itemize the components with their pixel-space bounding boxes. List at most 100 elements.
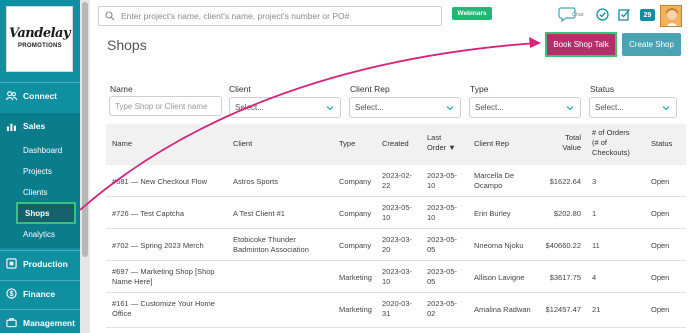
chevron-down-icon bbox=[446, 106, 454, 111]
factory-icon bbox=[6, 258, 17, 269]
user-avatar[interactable] bbox=[660, 5, 682, 27]
cell-status: Open bbox=[651, 241, 670, 250]
check-circle-icon[interactable] bbox=[596, 8, 609, 21]
cell-type: Marketing bbox=[339, 305, 372, 314]
column-header-total-value[interactable]: Total Value bbox=[555, 133, 581, 153]
cell-name[interactable]: #681 — New Checkout Flow bbox=[112, 177, 207, 187]
cell-status: Open bbox=[651, 177, 670, 186]
sidebar-section-finance[interactable]: $ Finance bbox=[0, 280, 80, 306]
sidebar-section-label: Connect bbox=[23, 90, 57, 101]
sidebar-item-projects[interactable]: Projects bbox=[16, 162, 76, 180]
sidebar-item-analytics[interactable]: Analytics bbox=[16, 225, 76, 243]
client-filter-select[interactable]: Select... bbox=[229, 97, 341, 118]
cell-created-line2: 20 bbox=[382, 245, 391, 254]
cell-name[interactable]: #726 — Test Captcha bbox=[112, 209, 184, 219]
cell-name[interactable]: #702 — Spring 2023 Merch bbox=[112, 241, 204, 251]
sidebar-section-connect[interactable]: Connect bbox=[0, 82, 80, 108]
sidebar-section-label: Management bbox=[23, 317, 75, 328]
client-rep-filter-value: Select... bbox=[355, 103, 384, 112]
cell-client-rep: Marcella De Ocampo bbox=[474, 171, 514, 191]
status-filter-select[interactable]: Select... bbox=[589, 97, 677, 118]
sidebar-section-production[interactable]: Production bbox=[0, 250, 80, 276]
sidebar-section-sales[interactable]: Sales bbox=[0, 113, 80, 139]
cell-last-order-line2: 10 bbox=[427, 213, 436, 222]
column-header-created[interactable]: Created bbox=[382, 139, 409, 149]
column-header-total-line2: Value bbox=[562, 143, 581, 152]
table-row[interactable]: #697 — Marketing Shop [Shop Name Here] Ma… bbox=[106, 262, 686, 293]
cell-name[interactable]: #697 — Marketing Shop [Shop Name Here] bbox=[112, 267, 215, 287]
cell-last-order: 2023-05- 02 bbox=[427, 299, 457, 319]
table-row[interactable]: #702 — Spring 2023 Merch Etobicoke Thund… bbox=[106, 230, 686, 261]
cell-created: 2023-03- 20 bbox=[382, 235, 412, 255]
webinars-button[interactable]: Webinars bbox=[452, 7, 492, 20]
cell-client-rep: Allison Lavigne bbox=[474, 273, 525, 282]
search-input[interactable] bbox=[121, 11, 441, 21]
chevron-down-icon bbox=[326, 106, 334, 111]
cell-last-order-line1: 2023-05- bbox=[427, 203, 458, 212]
cell-client: A Test Client #1 bbox=[233, 209, 285, 218]
type-filter-select[interactable]: Select... bbox=[469, 97, 581, 118]
column-header-last-order-line1: Last bbox=[427, 133, 442, 142]
cell-total-value: $202.80 bbox=[553, 209, 581, 218]
table-row[interactable]: #726 — Test Captcha A Test Client #1 Com… bbox=[106, 198, 686, 229]
cell-orders: 4 bbox=[592, 273, 597, 282]
sidebar-item-dashboard[interactable]: Dashboard bbox=[16, 141, 76, 159]
column-header-last-order[interactable]: Last Order ▼ bbox=[427, 133, 456, 153]
shop-name-filter-input[interactable] bbox=[109, 96, 222, 116]
column-header-type[interactable]: Type bbox=[339, 139, 355, 149]
global-search[interactable] bbox=[98, 6, 442, 26]
sidebar-section-label: Production bbox=[23, 258, 68, 269]
type-filter-value: Select... bbox=[475, 103, 504, 112]
column-header-client[interactable]: Client bbox=[233, 139, 252, 149]
chevron-down-icon bbox=[566, 106, 574, 111]
company-logo[interactable]: Vandelay PROMOTIONS bbox=[6, 6, 73, 72]
cell-last-order-line2: 05 bbox=[427, 245, 436, 254]
table-row[interactable]: #681 — New Checkout Flow Astros Sports C… bbox=[106, 166, 686, 197]
status-filter-value: Select... bbox=[595, 103, 624, 112]
cell-last-order-line1: 2023-05- bbox=[427, 267, 458, 276]
cell-name-line2: Office bbox=[112, 309, 132, 318]
filter-status-label: Status bbox=[590, 84, 615, 94]
cell-name-line1: #697 — Marketing Shop [Shop bbox=[112, 267, 215, 276]
cell-orders: 1 bbox=[592, 209, 597, 218]
sidebar-scrollbar-thumb[interactable] bbox=[82, 2, 88, 257]
sidebar-section-label: Finance bbox=[23, 288, 56, 299]
column-header-client-rep[interactable]: Client Rep bbox=[474, 139, 509, 149]
cell-client-rep-line2: Ocampo bbox=[474, 181, 503, 190]
table-row[interactable]: #161 — Customize Your Home Office Marketi… bbox=[106, 294, 686, 328]
cell-created: 2020-03- 31 bbox=[382, 299, 412, 319]
cell-status: Open bbox=[651, 305, 670, 314]
column-header-orders[interactable]: # of Orders (# of Checkouts) bbox=[592, 128, 630, 158]
notification-count-badge[interactable]: 29 bbox=[640, 9, 655, 21]
cell-created: 2023-02- 22 bbox=[382, 171, 412, 191]
sidebar-section-management[interactable]: Management bbox=[0, 309, 80, 333]
cell-name[interactable]: #161 — Customize Your Home Office bbox=[112, 299, 215, 319]
cell-created-line1: 2023-05- bbox=[382, 203, 413, 212]
sidebar-item-shops[interactable]: Shops bbox=[16, 202, 76, 224]
column-header-status[interactable]: Status bbox=[651, 139, 672, 149]
cell-last-order-line2: 02 bbox=[427, 309, 436, 318]
filter-client-label: Client bbox=[229, 84, 251, 94]
sidebar-section-label: Sales bbox=[23, 121, 46, 131]
page-title: Shops bbox=[107, 37, 147, 53]
tasks-icon[interactable] bbox=[618, 8, 631, 21]
svg-text:$: $ bbox=[10, 291, 14, 298]
sidebar-item-clients[interactable]: Clients bbox=[16, 183, 76, 201]
cell-status: Open bbox=[651, 209, 670, 218]
cell-name-line2: Name Here] bbox=[112, 277, 153, 286]
column-header-name[interactable]: Name bbox=[112, 139, 132, 149]
sidebar: Vandelay PROMOTIONS Connect Sales Dashbo… bbox=[0, 0, 80, 333]
cell-client-rep: Nneoma Njoku bbox=[474, 241, 524, 250]
cell-last-order-line2: 05 bbox=[427, 277, 436, 286]
book-shop-talk-button[interactable]: Book Shop Talk bbox=[545, 32, 617, 57]
create-shop-button[interactable]: Create Shop bbox=[622, 33, 681, 56]
filter-type-label: Type bbox=[470, 84, 489, 94]
cell-type: Company bbox=[339, 177, 372, 186]
cell-last-order-line1: 2023-05- bbox=[427, 235, 458, 244]
search-icon bbox=[105, 11, 115, 21]
cell-created-line2: 22 bbox=[382, 181, 391, 190]
cell-created: 2023-03- 10 bbox=[382, 267, 412, 287]
chevron-down-icon bbox=[662, 106, 670, 111]
client-rep-filter-select[interactable]: Select... bbox=[349, 97, 461, 118]
cell-status: Open bbox=[651, 273, 670, 282]
